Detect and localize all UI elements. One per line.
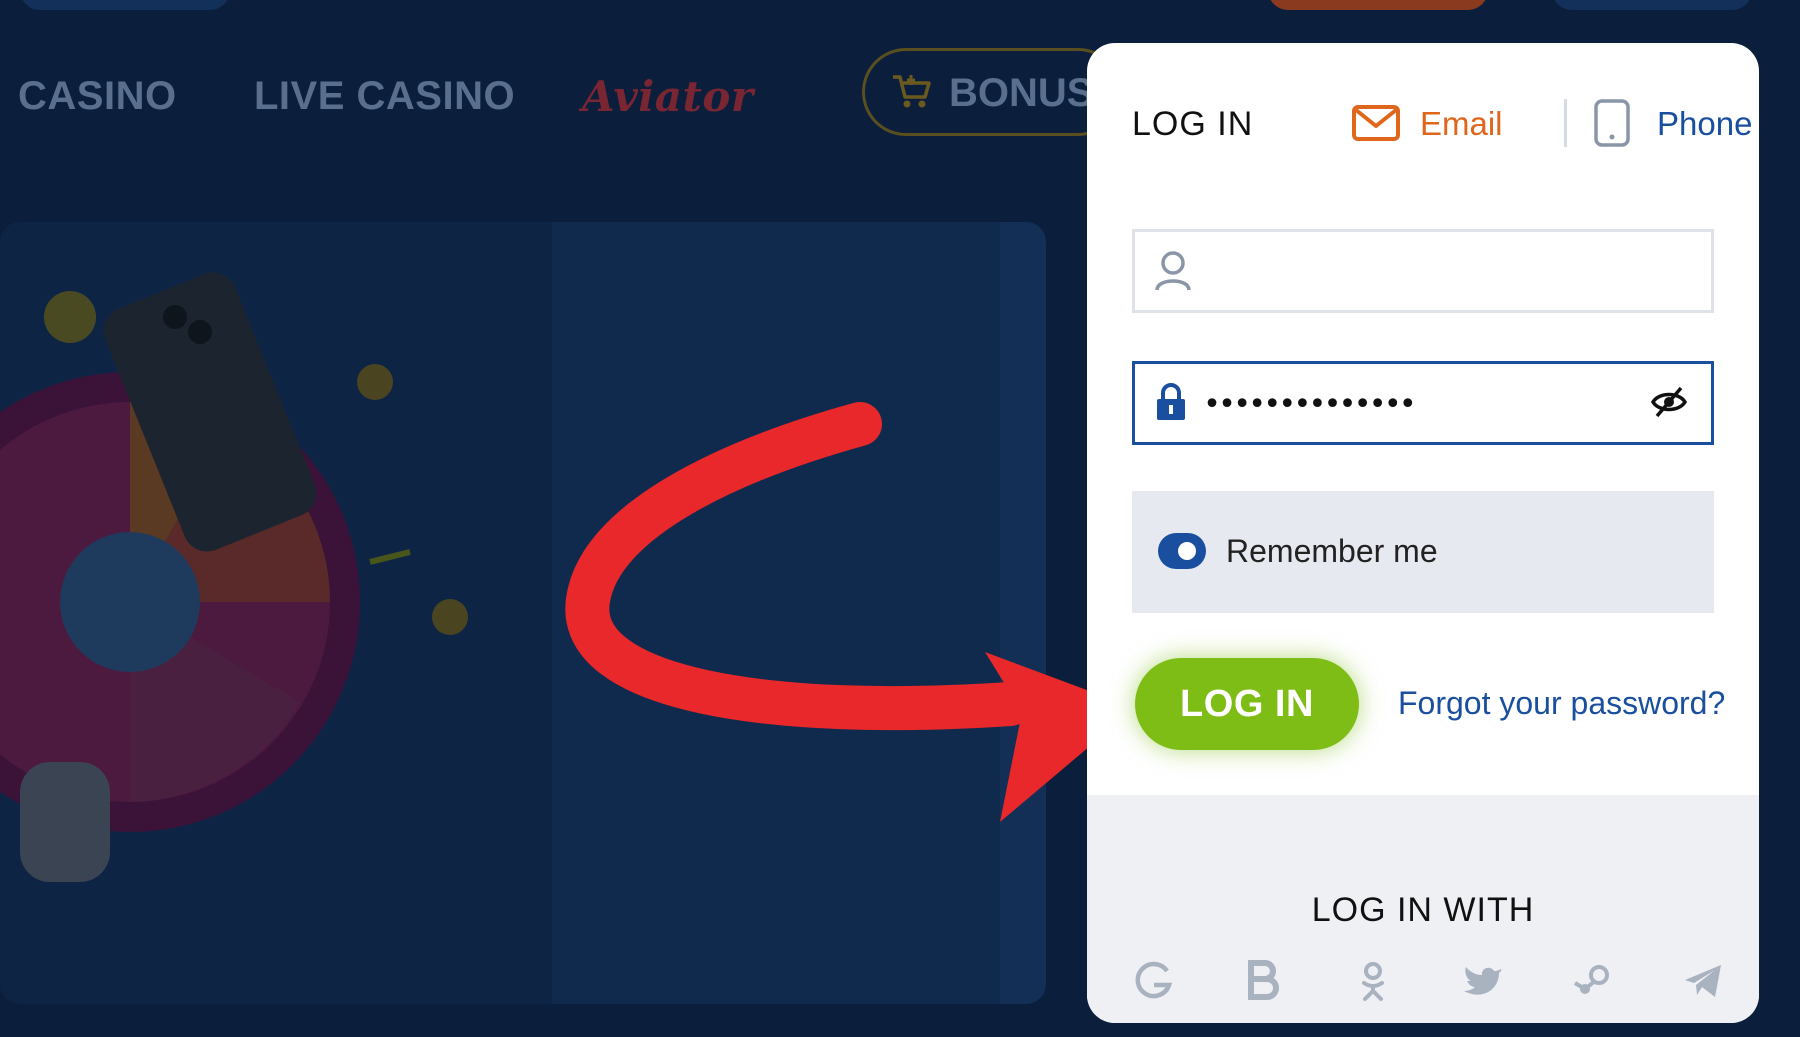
social-login-section: LOG IN WITH: [1087, 795, 1759, 1023]
user-icon: [1155, 250, 1191, 297]
username-input[interactable]: [1201, 246, 1635, 298]
login-submit-button[interactable]: LOG IN: [1135, 658, 1359, 750]
tab-phone-label: Phone: [1657, 105, 1753, 142]
social-login-title: LOG IN WITH: [1311, 891, 1535, 929]
login-header: LOG IN Email Phone: [1132, 93, 1752, 153]
google-icon[interactable]: [1131, 959, 1175, 1003]
password-input[interactable]: [1201, 378, 1635, 430]
top-register-button[interactable]: [1268, 0, 1488, 10]
red-arrow-annotation: [565, 402, 1135, 822]
eye-slash-icon[interactable]: [1650, 386, 1688, 423]
lock-icon: [1155, 382, 1187, 427]
nav-item-aviator[interactable]: Aviator: [582, 72, 754, 121]
username-field: [1132, 229, 1714, 313]
lucky-spin-wheel-image: [0, 272, 468, 882]
bonus-button[interactable]: BONUS: [862, 48, 1122, 136]
steam-icon[interactable]: [1571, 959, 1615, 1003]
login-modal: LOG IN Email Phone Remember me LOG IN Fo…: [1087, 43, 1759, 1023]
cart-icon: [891, 71, 933, 116]
tab-email-label: Email: [1420, 105, 1503, 142]
remember-me-label: Remember me: [1226, 533, 1438, 569]
remember-me-row[interactable]: Remember me: [1132, 491, 1714, 613]
odnoklassniki-icon[interactable]: [1351, 959, 1395, 1003]
telegram-icon[interactable]: [1681, 959, 1725, 1003]
forgot-password-link[interactable]: Forgot your password?: [1398, 685, 1725, 722]
remember-me-toggle[interactable]: [1158, 533, 1206, 569]
vk-b-icon[interactable]: [1241, 959, 1285, 1003]
twitter-icon[interactable]: [1461, 959, 1505, 1003]
top-pill-left[interactable]: [20, 0, 230, 10]
phone-icon: [1592, 99, 1632, 152]
tab-divider: [1564, 99, 1567, 147]
login-title: LOG IN: [1132, 105, 1254, 143]
top-pill-right[interactable]: [1552, 0, 1752, 10]
bonus-label: BONUS: [949, 71, 1094, 115]
password-field: [1132, 361, 1714, 445]
nav-item-live-casino[interactable]: LIVE CASINO: [254, 74, 515, 119]
envelope-icon: [1352, 105, 1400, 146]
nav-item-casino[interactable]: CASINO: [18, 74, 177, 119]
